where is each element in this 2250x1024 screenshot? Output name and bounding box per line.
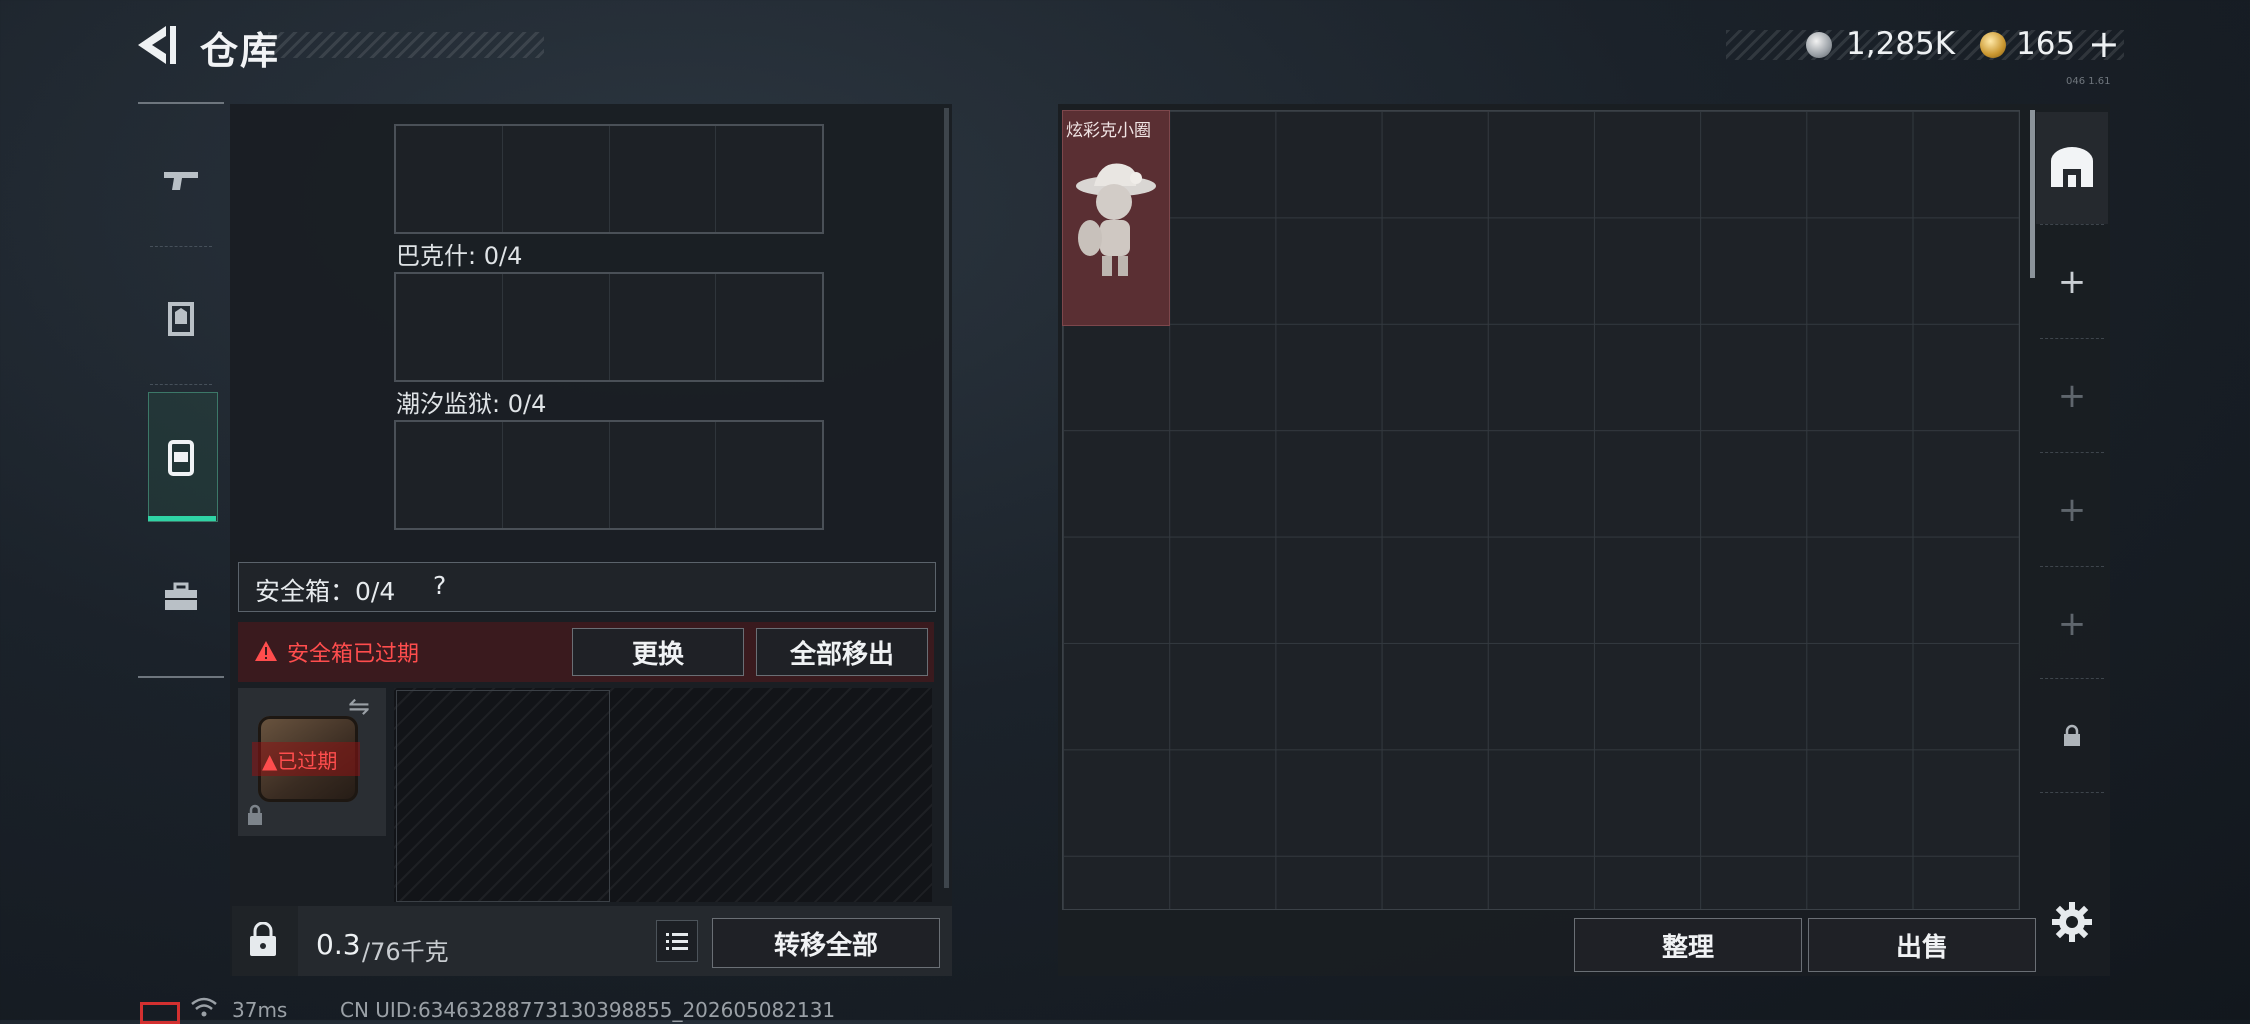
gold-amount: 165 [2016, 26, 2076, 62]
gold-coin-icon [1980, 32, 2006, 58]
nav-armor[interactable] [138, 254, 224, 384]
add-currency-button[interactable]: + [2088, 22, 2120, 66]
sort-button[interactable]: 整理 [1574, 918, 1802, 972]
backpack-icon [168, 440, 194, 476]
lock-icon [248, 804, 262, 825]
list-icon [666, 933, 688, 950]
back-arrow-icon [138, 26, 176, 64]
title-decoration [268, 32, 544, 58]
back-button[interactable] [132, 22, 180, 68]
figurine-icon [1076, 163, 1156, 276]
capacity-max: /76千克 [362, 938, 449, 966]
gear-icon[interactable] [2050, 900, 2094, 944]
safe-box-title: 安全箱：0/4 [255, 577, 396, 606]
gun-icon [164, 172, 198, 190]
storage-scrollbar[interactable] [2030, 110, 2035, 278]
battery-icon [140, 1002, 180, 1024]
storage-item-name: 炫彩克小圈 [1066, 121, 1151, 141]
swap-icon[interactable]: ⇋ [348, 692, 370, 722]
add-storage-tab[interactable]: + [2036, 454, 2108, 566]
side-divider [2040, 678, 2104, 679]
side-divider [2040, 792, 2104, 793]
ping-text: 37ms [232, 998, 288, 1022]
capacity-value: 0.3 [316, 928, 361, 961]
warning-icon [255, 641, 277, 661]
armor-icon [168, 302, 194, 336]
add-storage-tab[interactable]: + [2036, 226, 2108, 338]
collection-slots[interactable] [394, 272, 824, 382]
warning-icon: ▲ [262, 749, 278, 773]
nav-divider [150, 246, 212, 247]
move-all-out-button[interactable]: 全部移出 [756, 628, 928, 676]
storage-tab-main[interactable] [2036, 112, 2108, 224]
expired-badge-label: 已过期 [277, 749, 338, 773]
version-label: 046 1.61 [2066, 76, 2111, 87]
collection-slots[interactable] [394, 420, 824, 530]
storage-grid[interactable] [1062, 110, 2020, 910]
side-divider [2040, 338, 2104, 339]
nav-divider [150, 384, 212, 385]
transfer-all-button[interactable]: 转移全部 [712, 918, 940, 968]
list-view-button[interactable] [656, 920, 698, 962]
help-button[interactable]: ? [433, 571, 446, 600]
collection-slots[interactable] [394, 124, 824, 234]
silver-coin-icon [1806, 32, 1832, 58]
nav-backpack[interactable] [138, 392, 224, 522]
uid-text: CN UID:63463288773130398855_202605082131 [340, 998, 836, 1022]
safe-box-header: 安全箱：0/4 ? [238, 562, 936, 612]
safe-box-cell[interactable] [396, 690, 610, 902]
nav-toolbox[interactable] [138, 532, 224, 662]
side-divider [2040, 224, 2104, 225]
silver-amount: 1,285K [1846, 26, 1956, 62]
expired-notice-text: 安全箱已过期 [287, 642, 420, 667]
lock-icon [2064, 724, 2080, 746]
expired-badge: ▲已过期 [262, 745, 337, 774]
backpack-scrollbar[interactable] [944, 108, 949, 888]
add-storage-tab[interactable]: + [2036, 568, 2108, 680]
nav-weapons[interactable] [138, 116, 224, 246]
side-divider [2040, 452, 2104, 453]
collection-label: 巴克什: 0/4 [396, 242, 523, 270]
weight-lock-icon [250, 922, 276, 956]
toolbox-icon [165, 582, 197, 610]
wifi-icon [191, 997, 217, 1017]
nav-active-indicator [148, 516, 216, 521]
locked-storage-tab [2036, 680, 2108, 792]
sell-button[interactable]: 出售 [1808, 918, 2036, 972]
add-storage-tab[interactable]: + [2036, 340, 2108, 452]
warehouse-icon [2051, 147, 2093, 187]
replace-button[interactable]: 更换 [572, 628, 744, 676]
collection-label: 潮汐监狱: 0/4 [396, 390, 547, 418]
side-divider [2040, 566, 2104, 567]
